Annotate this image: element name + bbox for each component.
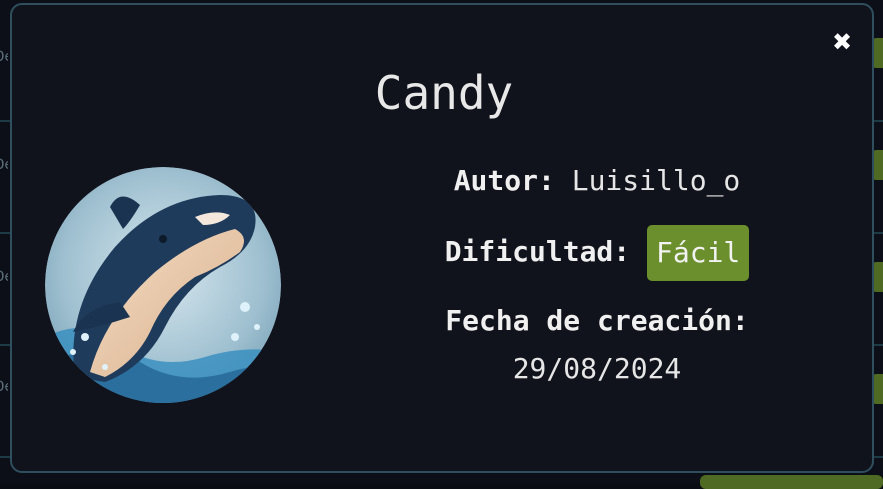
orca-illustration xyxy=(45,167,281,403)
background-difficulty-badge xyxy=(700,475,883,489)
difficulty-label: Dificultad: xyxy=(444,235,631,268)
close-icon[interactable]: ✖ xyxy=(827,27,857,57)
orca-avatar-icon xyxy=(45,167,281,403)
background-difficulty-badge xyxy=(873,150,883,180)
machine-info-modal: ✖ Candy Autor: Luisillo_o Dificultad: Fá… xyxy=(10,3,874,473)
author-value: Luisillo_o xyxy=(571,164,741,197)
author-label: Autor: xyxy=(453,164,555,197)
creation-date-label: Fecha de creación: xyxy=(445,304,749,337)
creation-date-value: 29/08/2024 xyxy=(512,352,682,385)
background-row-label: De xyxy=(0,50,8,64)
creation-date-row: Fecha de creación: xyxy=(377,295,817,347)
difficulty-badge: Fácil xyxy=(647,225,750,281)
modal-title: Candy xyxy=(374,66,514,120)
background-row-label: De xyxy=(0,270,8,284)
background-row-label: De xyxy=(0,158,8,172)
background-difficulty-badge xyxy=(873,262,883,292)
background-difficulty-badge xyxy=(873,374,883,404)
background-row-label: De xyxy=(0,380,8,394)
author-row: Autor: Luisillo_o xyxy=(377,155,817,207)
difficulty-row: Dificultad: Fácil xyxy=(377,225,817,281)
machine-details: Autor: Luisillo_o Dificultad: Fácil Fech… xyxy=(377,155,817,391)
